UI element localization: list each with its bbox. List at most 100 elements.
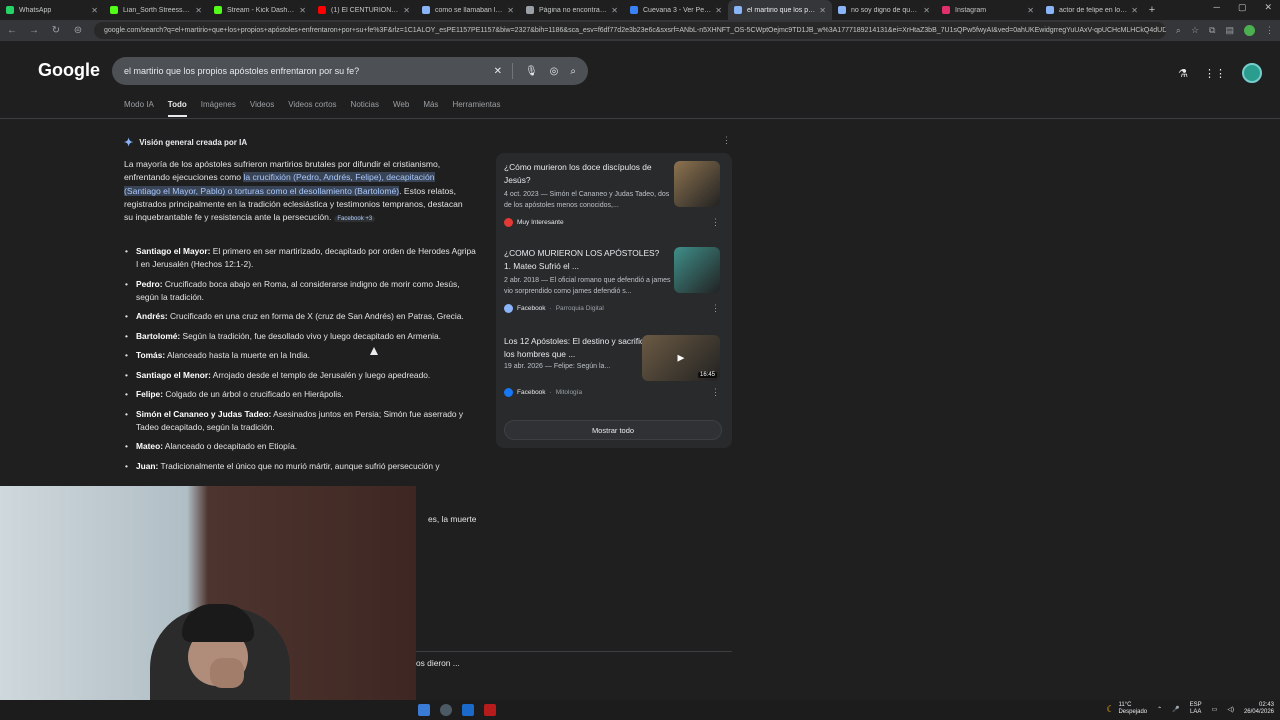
source-dot-separator: · (549, 389, 552, 396)
tab-favicon-icon (838, 6, 846, 14)
card-thumbnail[interactable] (674, 161, 720, 207)
avatar[interactable] (1242, 63, 1262, 83)
browser-tab[interactable]: el martirio que los propios ✕ (728, 0, 832, 20)
show-all-button[interactable]: Mostrar todo (504, 420, 722, 440)
webcam-hand (210, 658, 244, 688)
tab-title: como se llamaban los apóstoles (435, 6, 503, 14)
source-chip[interactable]: Facebook +3 (334, 216, 376, 223)
filter-tab[interactable]: Imágenes (201, 100, 236, 117)
card-source: Muy Interesante (504, 218, 564, 227)
bookmark-star-icon[interactable]: ☆ (1191, 25, 1199, 36)
filter-tab[interactable]: Noticias (351, 100, 379, 117)
browser-tab[interactable]: WhatsApp ✕ (0, 0, 104, 20)
microphone-icon[interactable]: 🎙 (525, 66, 538, 77)
tab-close-icon[interactable]: ✕ (299, 6, 306, 15)
obs-icon[interactable] (440, 704, 452, 716)
card-title[interactable]: ¿COMO MURIERON LOS APÓSTOLES? 1. Mateo S… (504, 247, 668, 273)
browser-menu-icon[interactable]: ⋮ (1265, 25, 1274, 36)
tab-close-icon[interactable]: ✕ (403, 6, 410, 15)
tab-close-icon[interactable]: ✕ (1131, 6, 1138, 15)
google-logo[interactable]: Google (38, 60, 100, 81)
list-item: Bartolomé: Según la tradición, fue desol… (124, 330, 476, 343)
network-icon[interactable]: ▭ (1212, 706, 1218, 713)
close-window-icon[interactable]: ✕ (1264, 2, 1272, 13)
labs-icon[interactable]: ⚗ (1178, 67, 1188, 80)
filter-tab[interactable]: Videos (250, 100, 274, 117)
tab-title: (1) El CENTURIÓN ROMANO (331, 6, 399, 14)
browser-tab[interactable]: como se llamaban los apóstoles ✕ (416, 0, 520, 20)
tab-close-icon[interactable]: ✕ (507, 6, 514, 15)
tab-close-icon[interactable]: ✕ (91, 6, 98, 15)
app-icon[interactable] (484, 704, 496, 716)
extensions-icon[interactable]: ⧉ (1209, 25, 1215, 36)
taskbar-app-icon[interactable] (418, 704, 430, 716)
url-field[interactable]: google.com/search?q=el+martirio+que+los+… (94, 22, 1166, 39)
card-menu-icon[interactable]: ⋮ (711, 387, 720, 398)
filter-tab[interactable]: Modo IA (124, 100, 154, 117)
forward-icon[interactable]: → (28, 25, 40, 36)
new-tab-button[interactable]: + (1144, 4, 1160, 16)
apostle-fate: Tradicionalmente el único que no murió m… (158, 460, 440, 471)
browser-tab[interactable]: Cuevana 3 - Ver Películas✕ (624, 0, 728, 20)
tray-chevron-icon[interactable]: ⌃ (1157, 706, 1162, 713)
browser-tab[interactable]: actor de felipe en los elegidos ✕ (1040, 0, 1144, 20)
filter-tab[interactable]: Videos cortos (288, 100, 336, 117)
lens-icon[interactable]: ◎ (550, 66, 559, 77)
search-input[interactable]: el martirio que los propios apóstoles en… (124, 66, 482, 76)
weather-widget[interactable]: ☾ 11°C Despejado (1106, 702, 1147, 716)
hidden-text-fragment: es, la muerte (428, 514, 477, 524)
maximize-icon[interactable]: ▢ (1238, 2, 1247, 13)
reload-icon[interactable]: ↻ (50, 25, 62, 36)
tab-favicon-icon (214, 6, 222, 14)
window-controls: ─ ▢ ✕ (1214, 2, 1272, 13)
language-indicator[interactable]: ESP LAA (1190, 702, 1202, 716)
list-item: Santiago el Mayor: El primero en ser mar… (124, 245, 476, 271)
tab-close-icon[interactable]: ✕ (923, 6, 930, 15)
sidepanel-icon[interactable]: ▤ (1225, 25, 1234, 36)
tab-favicon-icon (422, 6, 430, 14)
volume-icon[interactable]: ◁) (1227, 706, 1234, 713)
search-box[interactable]: el martirio que los propios apóstoles en… (112, 57, 588, 85)
ai-overview-menu-icon[interactable]: ⋮ (722, 135, 731, 146)
browser-tab[interactable]: Instagram ✕ (936, 0, 1040, 20)
tab-close-icon[interactable]: ✕ (819, 6, 826, 15)
card-menu-icon[interactable]: ⋮ (711, 217, 720, 228)
filter-tab[interactable]: Herramientas (452, 100, 500, 117)
card-source: Facebook · Mitología (504, 388, 582, 397)
search-icon[interactable]: ⌕ (570, 66, 576, 77)
card-snippet: 2 abr. 2018 — El oficial romano que defe… (504, 277, 671, 295)
filter-tab[interactable]: Web (393, 100, 409, 117)
apostle-fate: Crucificado boca abajo en Roma, al consi… (136, 278, 460, 302)
card-menu-icon[interactable]: ⋮ (711, 303, 720, 314)
source-favicon-icon (504, 304, 513, 313)
tab-close-icon[interactable]: ✕ (1027, 6, 1034, 15)
source-name: Facebook (517, 305, 546, 312)
filter-tab[interactable]: Todo (167, 100, 187, 117)
browser-tab[interactable]: no soy digno de que entres ✕ (832, 0, 936, 20)
filter-tab[interactable]: Más (423, 100, 438, 117)
clear-icon[interactable]: ✕ (494, 66, 502, 77)
clock[interactable]: 02:43 26/04/2026 (1244, 702, 1274, 716)
browser-tab[interactable]: Lian_Sorth Streess - Watch ✕ (104, 0, 208, 20)
card-title[interactable]: ¿Cómo murieron los doce discípulos de Je… (504, 161, 668, 187)
apostle-fate: Colgado de un árbol o crucificado en Hie… (163, 389, 344, 399)
profile-icon[interactable] (1244, 25, 1255, 36)
apps-grid-icon[interactable]: ⋮⋮ (1204, 67, 1226, 80)
tab-close-icon[interactable]: ✕ (611, 6, 618, 15)
zoom-icon[interactable]: ⌕ (1176, 25, 1181, 36)
back-icon[interactable]: ← (6, 25, 18, 36)
card-thumbnail[interactable]: ▶ 16:45 (642, 335, 720, 381)
browser-tab[interactable]: Página no encontrada ✕ (520, 0, 624, 20)
video-duration: 16:45 (697, 372, 717, 378)
browser-tab[interactable]: Stream - Kick Dashboard✕ (208, 0, 312, 20)
tab-close-icon[interactable]: ✕ (715, 6, 722, 15)
microphone-tray-icon[interactable]: 🎤 (1172, 706, 1179, 713)
minimize-icon[interactable]: ─ (1214, 2, 1220, 13)
browser-tab[interactable]: (1) El CENTURIÓN ROMANO ✕ (312, 0, 416, 20)
site-info-icon[interactable]: ⊜ (72, 25, 84, 36)
tab-favicon-icon (318, 6, 326, 14)
steam-icon[interactable] (462, 704, 474, 716)
card-thumbnail[interactable] (674, 247, 720, 293)
list-item: Pedro: Crucificado boca abajo en Roma, a… (124, 278, 476, 304)
tab-close-icon[interactable]: ✕ (195, 6, 202, 15)
